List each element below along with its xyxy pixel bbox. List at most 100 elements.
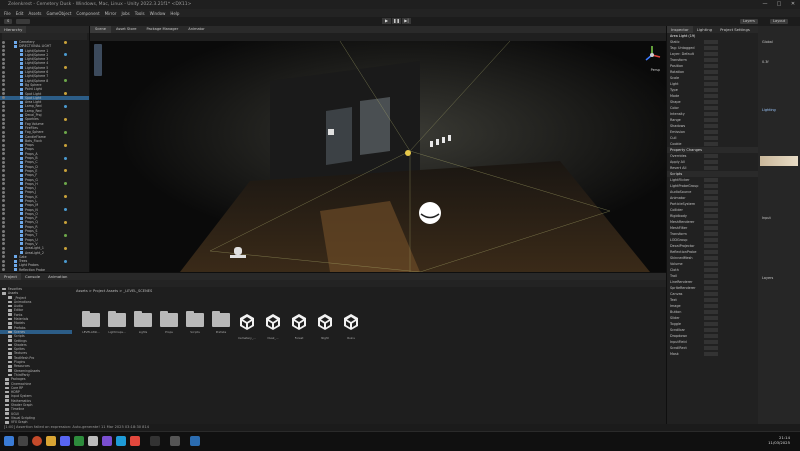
visibility-eye-icon[interactable] (2, 147, 5, 151)
search-icon[interactable] (18, 436, 28, 446)
inspector-row-value[interactable] (704, 346, 718, 350)
visibility-eye-icon[interactable] (2, 139, 5, 143)
visibility-eye-icon[interactable] (2, 40, 5, 44)
spreadsheet-icon[interactable] (74, 436, 84, 446)
inspector-row-value[interactable] (704, 124, 718, 128)
play-icon[interactable]: ▶ (382, 18, 391, 24)
cloud-icon[interactable] (16, 19, 30, 24)
menu-file[interactable]: File (4, 11, 11, 16)
inspector-row[interactable]: Cookie (667, 141, 758, 147)
visibility-eye-icon[interactable] (2, 229, 5, 233)
inspector-row-value[interactable] (704, 178, 718, 182)
visibility-eye-icon[interactable] (2, 199, 5, 203)
orientation-gizmo-icon[interactable] (642, 44, 662, 66)
inspector-row-value[interactable] (704, 298, 718, 302)
layers-dropdown[interactable]: Layers (740, 19, 758, 24)
inspector-row-value[interactable] (704, 142, 718, 146)
asset-folder[interactable]: Lightmaps... (106, 311, 128, 334)
menu-component[interactable]: Component (76, 11, 99, 16)
step-icon[interactable]: ▶| (402, 18, 411, 24)
visibility-eye-icon[interactable] (2, 57, 5, 61)
visibility-eye-icon[interactable] (2, 203, 5, 207)
tab-animation[interactable]: Animation (44, 273, 71, 280)
inspector-row-value[interactable] (704, 40, 718, 44)
inspector-row-value[interactable] (704, 220, 718, 224)
visibility-eye-icon[interactable] (2, 169, 5, 173)
menu-window[interactable]: Window (150, 11, 166, 16)
menu-jobs[interactable]: Jobs (121, 11, 129, 16)
tab-console[interactable]: Console (21, 273, 44, 280)
inspector-row-value[interactable] (704, 280, 718, 284)
visibility-eye-icon[interactable] (2, 251, 5, 255)
asset-folder[interactable]: Scripts (184, 311, 206, 334)
inspector-row-value[interactable] (704, 250, 718, 254)
visibility-eye-icon[interactable] (2, 233, 5, 237)
mail-icon[interactable] (116, 436, 126, 446)
menu-help[interactable]: Help (170, 11, 179, 16)
visibility-eye-icon[interactable] (2, 268, 5, 272)
inspector-row-value[interactable] (704, 202, 718, 206)
inspector-row-value[interactable] (704, 46, 718, 50)
tab-scene[interactable]: Scene (90, 26, 111, 33)
asset-folder[interactable]: Props (158, 311, 180, 334)
unity-icon[interactable] (88, 436, 98, 446)
visibility-eye-icon[interactable] (2, 100, 5, 104)
visibility-eye-icon[interactable] (2, 152, 5, 156)
inspector-row-value[interactable] (704, 82, 718, 86)
menu-mirror[interactable]: Mirror (105, 11, 117, 16)
asset-scene[interactable]: Ruins (340, 313, 362, 340)
terminal-icon[interactable] (170, 436, 180, 446)
pause-icon[interactable]: ❚❚ (392, 18, 401, 24)
asset-scene[interactable]: Forest (288, 313, 310, 340)
visibility-eye-icon[interactable] (2, 216, 5, 220)
visibility-eye-icon[interactable] (2, 190, 5, 194)
maximize-button[interactable]: □ (772, 0, 786, 9)
inspector-row-value[interactable] (704, 286, 718, 290)
minimize-button[interactable]: — (758, 0, 772, 9)
project-search-bar[interactable] (0, 280, 666, 287)
visibility-eye-icon[interactable] (2, 259, 5, 263)
menu-tools[interactable]: Tools (135, 11, 145, 16)
tab-package-manager[interactable]: Package Manager (141, 26, 183, 33)
inspector-row-value[interactable] (704, 274, 718, 278)
app-icon[interactable] (150, 436, 160, 446)
visibility-eye-icon[interactable] (2, 135, 5, 139)
inspector-row-value[interactable] (704, 88, 718, 92)
inspector-row-value[interactable] (704, 154, 718, 158)
visibility-eye-icon[interactable] (2, 160, 5, 164)
inspector-row-value[interactable] (704, 262, 718, 266)
explorer-icon[interactable] (46, 436, 56, 446)
inspector-row-value[interactable] (704, 190, 718, 194)
visibility-eye-icon[interactable] (2, 186, 5, 190)
visibility-eye-icon[interactable] (2, 61, 5, 65)
visibility-eye-icon[interactable] (2, 182, 5, 186)
inspector-row[interactable]: Mask (667, 351, 758, 357)
visibility-eye-icon[interactable] (2, 122, 5, 126)
inspector-row-value[interactable] (704, 166, 718, 170)
inspector-row-value[interactable] (704, 70, 718, 74)
visibility-eye-icon[interactable] (2, 178, 5, 181)
visibility-eye-icon[interactable] (2, 53, 5, 57)
inspector-row-value[interactable] (704, 136, 718, 140)
inspector-row[interactable]: Revert All (667, 165, 758, 171)
visibility-eye-icon[interactable] (2, 83, 5, 87)
browser-icon[interactable] (32, 436, 42, 446)
visibility-eye-icon[interactable] (2, 66, 5, 70)
tab-inspector[interactable]: Inspector (667, 26, 693, 33)
visibility-eye-icon[interactable] (2, 126, 5, 130)
inspector-row-value[interactable] (704, 352, 718, 356)
visibility-eye-icon[interactable] (2, 113, 5, 117)
inspector-row-value[interactable] (704, 244, 718, 248)
asset-folder[interactable]: Prefabs (210, 311, 232, 334)
inspector-row-value[interactable] (704, 316, 718, 320)
tab-project[interactable]: Project (0, 273, 21, 280)
visibility-eye-icon[interactable] (2, 220, 5, 224)
visibility-eye-icon[interactable] (2, 49, 5, 53)
inspector-row-value[interactable] (704, 334, 718, 338)
visibility-eye-icon[interactable] (2, 87, 5, 91)
visibility-eye-icon[interactable] (2, 208, 5, 212)
inspector-row-value[interactable] (704, 208, 718, 212)
inspector-row-value[interactable] (704, 328, 718, 332)
start-icon[interactable] (4, 436, 14, 446)
inspector-row-value[interactable] (704, 94, 718, 98)
